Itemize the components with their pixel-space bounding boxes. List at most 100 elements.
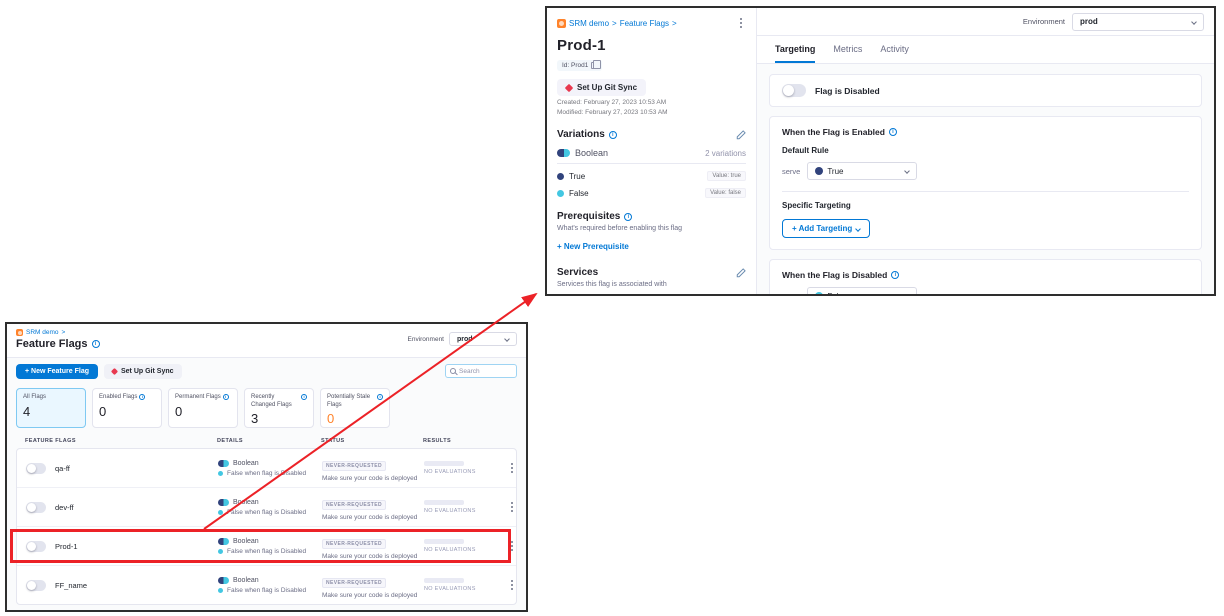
results-text: NO EVALUATIONS <box>424 508 497 514</box>
environment-bar: Environment prod <box>757 8 1214 36</box>
setup-git-sync-button[interactable]: Set Up Git Sync <box>104 364 182 379</box>
info-icon[interactable] <box>889 128 897 136</box>
git-sync-icon <box>565 83 573 91</box>
serve-label: serve <box>782 167 800 176</box>
environment-select[interactable]: prod <box>1072 13 1204 31</box>
tab-targeting[interactable]: Targeting <box>775 44 815 63</box>
modified-date: Modified: February 27, 2023 10:53 AM <box>557 109 746 116</box>
flag-enabled-toggle[interactable] <box>782 84 806 97</box>
flag-name[interactable]: FF_name <box>55 581 87 590</box>
column-header: STATUS <box>321 438 423 444</box>
row-options-kebab-icon[interactable] <box>507 500 517 514</box>
environment-select[interactable]: prod <box>449 332 517 346</box>
environment-value: prod <box>457 336 473 343</box>
flag-toggle[interactable] <box>26 580 46 591</box>
when-enabled-card: When the Flag is Enabled Default Rule se… <box>769 116 1202 250</box>
breadcrumb-project-link[interactable]: SRM demo <box>569 19 609 28</box>
stat-label: Recently Changed Flags <box>251 394 299 409</box>
flag-detail-window: SRM demo > Feature Flags > Prod-1 Id: Pr… <box>545 6 1216 296</box>
true-variation-dot-icon <box>557 173 564 180</box>
info-icon[interactable] <box>891 271 899 279</box>
variation-name: False <box>569 189 589 198</box>
flag-name[interactable]: qa-ff <box>55 464 70 473</box>
tab-activity[interactable]: Activity <box>880 44 909 63</box>
row-options-kebab-icon[interactable] <box>507 461 517 475</box>
flag-rule: False when flag is Disabled <box>227 470 306 477</box>
results-bar <box>424 539 464 544</box>
breadcrumb-feature-flags-link[interactable]: Feature Flags <box>620 19 669 28</box>
prerequisites-description: What's required before enabling this fla… <box>557 225 746 232</box>
harness-logo-icon <box>557 19 566 28</box>
stat-card-enabled-flags[interactable]: Enabled Flags 0 <box>92 388 162 428</box>
row-options-kebab-icon[interactable] <box>507 578 517 592</box>
status-text: Make sure your code is deployed <box>322 553 424 560</box>
default-rule-serve-select[interactable]: True <box>807 162 917 180</box>
search-input[interactable] <box>459 368 512 375</box>
info-icon[interactable] <box>139 394 145 400</box>
stat-card-permanent-flags[interactable]: Permanent Flags 0 <box>168 388 238 428</box>
table-row[interactable]: dev-ff Boolean False when flag is Disabl… <box>17 488 516 527</box>
flag-state-card: Flag is Disabled <box>769 74 1202 107</box>
variation-type-label: Boolean <box>575 148 608 158</box>
serve-value: False <box>827 292 847 295</box>
search-icon <box>450 368 456 374</box>
breadcrumb: SRM demo > Feature Flags > <box>557 16 746 30</box>
true-variation-dot-icon <box>815 167 823 175</box>
services-heading: Services <box>557 267 598 278</box>
feature-flags-list-window: SRM demo > Feature Flags Environment pro… <box>5 322 528 612</box>
git-sync-icon <box>111 368 118 375</box>
boolean-type-icon <box>218 460 229 467</box>
boolean-type-icon <box>218 499 229 506</box>
copy-id-icon[interactable] <box>591 62 597 69</box>
breadcrumb-project-link[interactable]: SRM demo <box>26 329 59 336</box>
new-feature-flag-button[interactable]: + New Feature Flag <box>16 364 98 379</box>
false-variation-dot-icon <box>218 588 223 593</box>
flag-toggle[interactable] <box>26 463 46 474</box>
tab-metrics[interactable]: Metrics <box>833 44 862 63</box>
info-icon[interactable] <box>223 394 229 400</box>
edit-variations-icon[interactable] <box>736 130 746 140</box>
false-variation-dot-icon <box>218 471 223 476</box>
false-variation-dot-icon <box>815 292 823 294</box>
info-icon[interactable] <box>301 394 307 400</box>
info-icon[interactable] <box>92 340 100 348</box>
environment-bar: Environment prod <box>408 332 518 346</box>
table-row[interactable]: FF_name Boolean False when flag is Disab… <box>17 566 516 604</box>
info-icon[interactable] <box>609 131 617 139</box>
stat-card-all-flags[interactable]: All Flags 4 <box>16 388 86 428</box>
search-box <box>445 364 517 378</box>
list-header: SRM demo > Feature Flags Environment pro… <box>7 324 526 358</box>
variation-value-chip: Value: true <box>707 171 746 181</box>
flag-type: Boolean <box>233 460 259 467</box>
breadcrumb-separator: > <box>612 19 617 28</box>
chevron-down-icon <box>504 336 510 342</box>
table-header-row: FEATURE FLAGS DETAILS STATUS RESULTS <box>16 430 517 448</box>
info-icon[interactable] <box>624 213 632 221</box>
flag-detail-sidebar: SRM demo > Feature Flags > Prod-1 Id: Pr… <box>547 8 757 294</box>
edit-services-icon[interactable] <box>736 268 746 278</box>
flag-type: Boolean <box>233 577 259 584</box>
table-row-prod-1[interactable]: Prod-1 Boolean False when flag is Disabl… <box>17 527 516 566</box>
add-targeting-label: + Add Targeting <box>792 224 852 233</box>
setup-git-sync-button[interactable]: Set Up Git Sync <box>557 79 646 96</box>
stat-value: 4 <box>23 404 79 419</box>
stat-card-recently-changed-flags[interactable]: Recently Changed Flags 3 <box>244 388 314 428</box>
flag-toggle[interactable] <box>26 502 46 513</box>
add-targeting-button[interactable]: + Add Targeting <box>782 219 870 238</box>
results-bar <box>424 461 464 466</box>
table-row[interactable]: qa-ff Boolean False when flag is Disable… <box>17 449 516 488</box>
flag-name[interactable]: Prod-1 <box>55 542 78 551</box>
stat-card-potentially-stale-flags[interactable]: Potentially Stale Flags 0 <box>320 388 390 428</box>
flag-toggle[interactable] <box>26 541 46 552</box>
boolean-type-icon <box>218 577 229 584</box>
disabled-serve-select[interactable]: False <box>807 287 917 294</box>
new-prerequisite-link[interactable]: + New Prerequisite <box>557 242 629 251</box>
row-options-kebab-icon[interactable] <box>507 539 517 553</box>
environment-label: Environment <box>1023 17 1065 26</box>
composite-screenshot: SRM demo > Feature Flags > Prod-1 Id: Pr… <box>0 0 1224 616</box>
flag-name[interactable]: dev-ff <box>55 503 74 512</box>
flag-options-kebab-icon[interactable] <box>736 16 746 30</box>
info-icon[interactable] <box>377 394 383 400</box>
variation-row-false: False Value: false <box>557 188 746 198</box>
variations-heading: Variations <box>557 129 605 140</box>
